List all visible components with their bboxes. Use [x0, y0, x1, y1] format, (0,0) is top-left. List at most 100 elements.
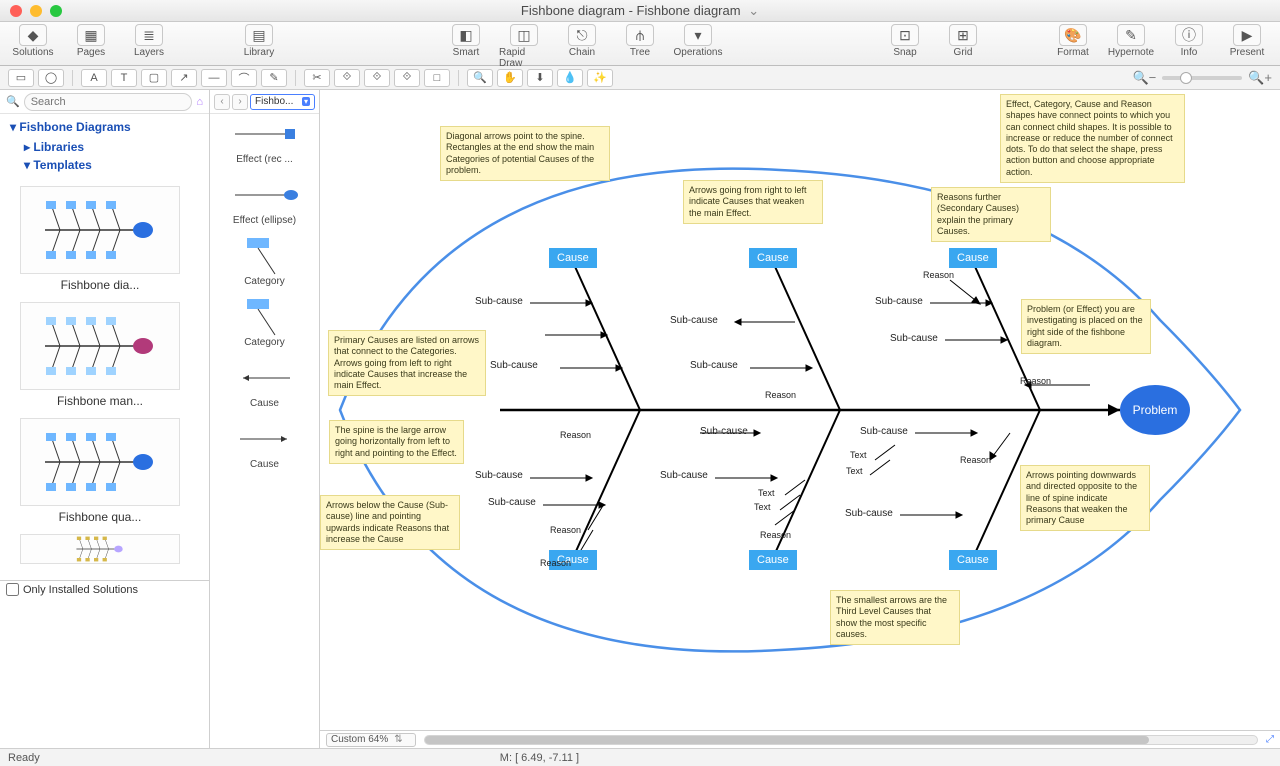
cause-box[interactable]: Cause: [749, 248, 797, 268]
zoom-select[interactable]: Custom 64%⇅: [326, 733, 416, 747]
text-label: Text: [846, 466, 863, 476]
toolbar-layers-icon: ≣: [135, 24, 163, 46]
zoom-controls: 🔍− 🔍+: [1132, 70, 1272, 86]
tool-button[interactable]: ✎: [261, 69, 287, 87]
tree-templates[interactable]: ▾ Templates: [10, 156, 199, 174]
toolbar-operations[interactable]: ▾Operations: [673, 24, 723, 69]
palette-item-icon: [218, 120, 311, 148]
tool-button[interactable]: ✨: [587, 69, 613, 87]
cause-box[interactable]: Cause: [749, 550, 797, 570]
tool-button[interactable]: —: [201, 69, 227, 87]
toolbar-layers[interactable]: ≣Layers: [124, 24, 174, 58]
resize-icon[interactable]: ⤢: [1266, 734, 1274, 745]
toolbar-pages[interactable]: ▦Pages: [66, 24, 116, 58]
palette-item[interactable]: [218, 303, 311, 331]
zoom-in-icon[interactable]: 🔍+: [1248, 70, 1272, 86]
palette-item[interactable]: [218, 425, 311, 453]
template-thumb[interactable]: Fishbone man...: [20, 302, 180, 408]
toolbar-solutions[interactable]: ◆Solutions: [8, 24, 58, 58]
note-primary: Primary Causes are listed on arrows that…: [328, 330, 486, 396]
subcause-label: Sub-cause: [488, 497, 536, 508]
palette-item[interactable]: Cause: [218, 398, 311, 409]
tool-button[interactable]: ⟐: [334, 69, 360, 87]
toolbar-chain[interactable]: ⎋Chain: [557, 24, 607, 69]
subcause-label: Sub-cause: [890, 333, 938, 344]
search-input[interactable]: [24, 93, 193, 111]
palette-item[interactable]: Category: [218, 337, 311, 348]
tool-button[interactable]: ✂: [304, 69, 330, 87]
tool-button[interactable]: 🔍: [467, 69, 493, 87]
zoom-slider[interactable]: [1162, 76, 1242, 80]
tool-button[interactable]: ✋: [497, 69, 523, 87]
palette-item[interactable]: Effect (rec ...: [218, 154, 311, 165]
tool-button[interactable]: ▭: [8, 69, 34, 87]
palette-item-icon: [218, 303, 311, 331]
palette-item[interactable]: Cause: [218, 459, 311, 470]
maximize-icon[interactable]: [50, 5, 62, 17]
tool-button[interactable]: ▢: [141, 69, 167, 87]
toolbar-info[interactable]: ⓘInfo: [1164, 24, 1214, 58]
toolbar-format[interactable]: 🎨Format: [1048, 24, 1098, 58]
tool-button[interactable]: ⌒: [231, 69, 257, 87]
tool-button[interactable]: ↗: [171, 69, 197, 87]
toolbar-rapid-draw[interactable]: ◫Rapid Draw: [499, 24, 549, 69]
palette-back-icon[interactable]: ‹: [214, 94, 230, 110]
problem-ellipse[interactable]: Problem: [1120, 385, 1190, 435]
toolbar-present-icon: ▶: [1233, 24, 1261, 46]
toolbar-grid-icon: ⊞: [949, 24, 977, 46]
template-thumb[interactable]: Fishbone qua...: [20, 418, 180, 524]
home-icon[interactable]: ⌂: [196, 96, 203, 108]
template-thumb[interactable]: [20, 534, 180, 564]
reason-label: Reason: [765, 390, 796, 400]
tool-button[interactable]: 💧: [557, 69, 583, 87]
toolbar-present[interactable]: ▶Present: [1222, 24, 1272, 58]
palette-item[interactable]: Effect (ellipse): [218, 215, 311, 226]
minimize-icon[interactable]: [30, 5, 42, 17]
tool-button[interactable]: □: [424, 69, 450, 87]
tool-button[interactable]: A: [81, 69, 107, 87]
palette-selector[interactable]: Fishbo... ▾: [250, 94, 315, 110]
zoom-out-icon[interactable]: 🔍−: [1132, 70, 1156, 86]
toolbar-tree[interactable]: ⫛Tree: [615, 24, 665, 69]
text-label: Text: [758, 488, 775, 498]
text-label: Text: [754, 502, 771, 512]
toolbar-library[interactable]: ▤Library: [234, 24, 284, 58]
tree-header[interactable]: ▾ Fishbone Diagrams: [10, 120, 199, 134]
palette-item[interactable]: [218, 242, 311, 270]
toolbar: ◆Solutions▦Pages≣Layers ▤Library ◧Smart◫…: [0, 22, 1280, 66]
note-diagonal: Diagonal arrows point to the spine. Rect…: [440, 126, 610, 181]
subcause-label: Sub-cause: [860, 426, 908, 437]
tool-button[interactable]: ⟐: [364, 69, 390, 87]
palette-item[interactable]: Category: [218, 276, 311, 287]
tool-button[interactable]: ⬇: [527, 69, 553, 87]
toolbar-library-icon: ▤: [245, 24, 273, 46]
toolbar-hypernote[interactable]: ✎Hypernote: [1106, 24, 1156, 58]
template-thumb[interactable]: Fishbone dia...: [20, 186, 180, 292]
thumb-preview: [20, 534, 180, 564]
horizontal-scrollbar[interactable]: [424, 735, 1258, 745]
toolbar-snap[interactable]: ⊡Snap: [880, 24, 930, 58]
close-icon[interactable]: [10, 5, 22, 17]
toolbar-hypernote-icon: ✎: [1117, 24, 1145, 46]
palette-item[interactable]: [218, 120, 311, 148]
cause-box[interactable]: Cause: [949, 550, 997, 570]
toolbar-chain-label: Chain: [569, 47, 595, 58]
cause-box[interactable]: Cause: [949, 248, 997, 268]
cause-box[interactable]: Cause: [549, 248, 597, 268]
tree-libraries[interactable]: ▸ Libraries: [10, 138, 199, 156]
subcause-label: Sub-cause: [690, 360, 738, 371]
palette-item[interactable]: [218, 364, 311, 392]
tool-button[interactable]: ⟐: [394, 69, 420, 87]
palette-forward-icon[interactable]: ›: [232, 94, 248, 110]
only-installed-checkbox[interactable]: [6, 583, 19, 596]
palette-item[interactable]: [218, 181, 311, 209]
toolbar-grid[interactable]: ⊞Grid: [938, 24, 988, 58]
subcause-label: Sub-cause: [475, 470, 523, 481]
scrollbar-thumb[interactable]: [425, 736, 1149, 744]
toolbar-smart[interactable]: ◧Smart: [441, 24, 491, 69]
shapes-palette: ‹ › Fishbo... ▾ Effect (rec ... Effect (e…: [210, 90, 320, 748]
chevron-down-icon[interactable]: ⌄: [745, 3, 760, 18]
canvas[interactable]: Cause Cause Cause Cause Cause Cause Prob…: [320, 90, 1280, 730]
tool-button[interactable]: T: [111, 69, 137, 87]
tool-button[interactable]: ◯: [38, 69, 64, 87]
